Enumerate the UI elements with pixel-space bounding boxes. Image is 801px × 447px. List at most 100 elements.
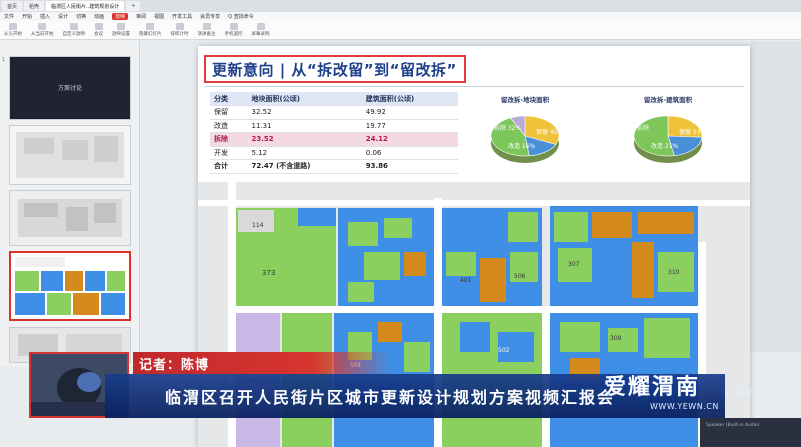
menu-file[interactable]: 文件: [4, 13, 14, 20]
table-cell: 19.77: [361, 119, 458, 133]
menu-insert[interactable]: 插入: [40, 13, 50, 20]
headline-text: 临渭区召开人民街片区城市更新设计规划方案视频汇报会: [165, 388, 616, 407]
pie-label: 改造 21%: [651, 142, 679, 150]
pie-label: 改造 16%: [508, 142, 536, 150]
table-cell: 72.47 (不含道路): [247, 159, 362, 174]
table-cell: 32.52: [247, 105, 362, 120]
meeting-button[interactable]: 会议: [94, 23, 103, 37]
reporter-name: 记者：陈博: [139, 357, 210, 373]
slide-thumbnail-panel: 1 方案讨论: [0, 41, 140, 366]
map-parcel-label: 307: [568, 261, 580, 268]
table-cell: 5.12: [247, 146, 362, 160]
pie-title: 留改拆-建筑面积: [643, 96, 693, 104]
table-row-total: 合计 72.47 (不含道路) 93.86: [210, 159, 458, 174]
play-icon: [9, 23, 17, 30]
slide-title: 更新意向 | 从“拆改留”到“留改拆”: [212, 60, 457, 79]
custom-show-button[interactable]: 自定义放映: [63, 23, 85, 37]
pie-label: 拆除: [637, 124, 649, 132]
speaker-notes-button[interactable]: 演讲备注: [198, 23, 216, 37]
station-url: WWW.YEWN.CN: [650, 402, 719, 411]
show-settings-button[interactable]: 放映设置: [112, 23, 130, 37]
menu-transition[interactable]: 切换: [76, 13, 86, 20]
station-logo: 爱耀渭南: [604, 372, 754, 400]
speaker-label: Speaker (Built-in Audio): [706, 423, 760, 428]
table-row: 保留 32.52 49.92: [210, 105, 458, 120]
table-cell: 拆除: [210, 132, 248, 147]
pie-label: 保留 53%: [679, 128, 707, 136]
table-cell: 24.12: [361, 132, 458, 147]
pie-chart-building-svg: 拆除改造 21%保留 53%: [633, 115, 707, 163]
station-logo-text: 爱耀渭南: [604, 375, 701, 400]
table-row-highlight: 拆除 23.52 24.12: [210, 132, 458, 147]
thumbnail-map-image: [10, 191, 130, 245]
table-cell: 0.06: [361, 146, 458, 160]
menu-review[interactable]: 审阅: [136, 13, 146, 20]
phone-icon: [229, 23, 238, 30]
slide-thumbnail-current[interactable]: [9, 251, 131, 321]
menu-design[interactable]: 设计: [58, 13, 68, 20]
thumbnail-colored-map: [11, 253, 129, 319]
thumbnail-map-image: [10, 126, 130, 184]
table-cell: 49.92: [361, 105, 458, 120]
tab-document[interactable]: 临渭区人民街片..建筑规划设计: [46, 1, 125, 11]
table-cell: 保留: [210, 105, 248, 120]
table-row: 改造 11.31 19.77: [210, 119, 458, 133]
play-from-current-button[interactable]: 从当前开始: [31, 23, 54, 37]
hide-icon: [146, 23, 155, 30]
new-tab-button[interactable]: +: [126, 1, 141, 11]
table-cell: 改造: [210, 119, 248, 133]
slide-thumbnail[interactable]: 1 方案讨论: [2, 56, 131, 120]
tab-home[interactable]: 首页: [2, 1, 23, 11]
menu-devtools[interactable]: 开发工具: [172, 13, 192, 20]
menu-search[interactable]: Q 查找命令: [228, 13, 254, 20]
table-cell: 合计: [210, 159, 248, 174]
table-cell: 23.52: [247, 132, 362, 147]
play-from-start-button[interactable]: 从头开始: [4, 23, 22, 37]
station-app-label: APP: [737, 388, 753, 397]
meeting-icon: [94, 23, 103, 30]
pie-chart-building: 留改拆-建筑面积 拆除改造 21% 保留 53%: [623, 94, 713, 172]
custom-show-icon: [69, 23, 78, 30]
table-row: 开发 5.12 0.06: [210, 146, 458, 160]
table-cell: 开发: [210, 146, 248, 160]
table-header-row: 分类 地块面积(公顷) 建筑面积(公顷): [210, 92, 458, 106]
area-table: 分类 地块面积(公顷) 建筑面积(公顷) 保留 32.52 49.92 改造 1…: [210, 92, 458, 174]
title-divider: [204, 86, 744, 87]
timer-icon: [175, 23, 184, 30]
menu-view[interactable]: 视图: [154, 13, 164, 20]
workspace-background: [750, 41, 801, 352]
play-current-icon: [38, 23, 47, 30]
hide-slide-button[interactable]: 隐藏幻灯片: [139, 23, 162, 37]
pie-title: 留改拆-地块面积: [500, 96, 550, 104]
settings-icon: [117, 23, 125, 30]
menu-home[interactable]: 开始: [22, 13, 32, 20]
tab-bar: 首页 稻壳 临渭区人民街片..建筑规划设计 +: [0, 0, 801, 12]
slide-thumbnail[interactable]: [9, 125, 131, 185]
menu-slideshow[interactable]: 放映: [112, 13, 129, 20]
phone-remote-button[interactable]: 手机遥控: [225, 23, 243, 37]
notes-icon: [202, 23, 211, 30]
ribbon-toolbar: 从头开始 从当前开始 自定义放映 会议 放映设置 隐藏幻灯片 排练计时 演讲备注…: [0, 21, 801, 40]
rehearse-timing-button[interactable]: 排练计时: [171, 23, 189, 37]
slide-title-box[interactable]: 更新意向 | 从“拆改留”到“留改拆”: [204, 55, 466, 83]
pie-label: 拆除 32%: [494, 124, 522, 132]
reporter-name-bar: 记者：陈博: [133, 352, 391, 374]
slide-thumbnail[interactable]: [9, 190, 131, 246]
pie-label: 保留 45%: [536, 128, 564, 136]
map-parcel-label: 373: [262, 269, 275, 277]
map-parcel-label: 502: [498, 347, 510, 354]
tab-docer[interactable]: 稻壳: [24, 1, 45, 11]
record-icon: [256, 23, 265, 30]
table-header-cell: 分类: [210, 92, 248, 106]
pie-chart-land-svg: 拆除 32% 改造 16%保留 45%: [490, 115, 564, 163]
table-cell: 93.86: [361, 159, 458, 174]
menu-member[interactable]: 会员专享: [200, 13, 220, 20]
screen-record-button[interactable]: 屏幕录制: [252, 23, 270, 37]
screen: 首页 稻壳 临渭区人民街片..建筑规划设计 + 文件 开始 插入 设计 切换 动…: [0, 0, 801, 447]
menu-bar: 文件 开始 插入 设计 切换 动画 放映 审阅 视图 开发工具 会员专享 Q 查…: [0, 12, 801, 21]
map-parcel-label: 310: [668, 269, 680, 276]
menu-animation[interactable]: 动画: [94, 13, 104, 20]
map-parcel-label: 506: [514, 273, 526, 280]
pie-chart-land: 留改拆-地块面积 拆除 32% 改造 16% 保留 45%: [480, 94, 570, 172]
map-parcel-label: 401: [460, 277, 472, 284]
